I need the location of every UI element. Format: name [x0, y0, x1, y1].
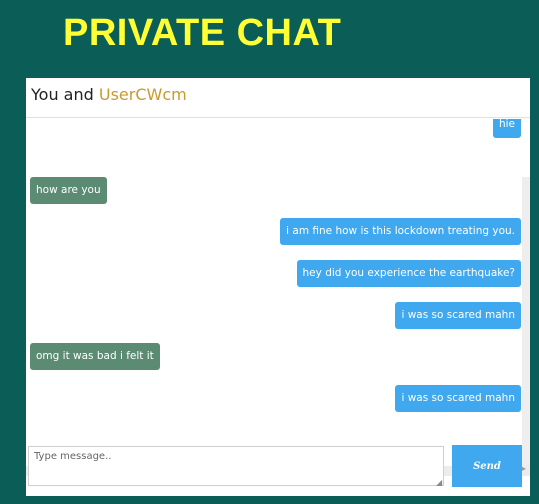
chat-header: You and UserCWcm — [26, 78, 530, 118]
composer: ◢ Send — [26, 444, 530, 496]
message-bubble: i was so scared mahn — [395, 385, 521, 412]
message-bubble: omg it was bad i felt it — [30, 343, 160, 370]
message-input[interactable] — [28, 446, 444, 486]
resize-grip-icon[interactable]: ◢ — [436, 478, 442, 487]
message-bubble: hie — [492, 119, 521, 138]
page-title: PRIVATE CHAT — [63, 12, 342, 54]
send-button[interactable]: Send — [452, 445, 522, 487]
chat-partner-username[interactable]: UserCWcm — [99, 85, 187, 104]
message-bubble: hey did you experience the earthquake? — [296, 260, 521, 287]
message-bubble: i was so scared mahn — [395, 302, 521, 329]
chat-panel: You and UserCWcm hie how are you i am fi… — [26, 78, 530, 496]
message-bubble: i am fine how is this lockdown treating … — [280, 218, 521, 245]
chat-header-prefix: You and — [31, 85, 94, 104]
message-bubble: how are you — [30, 177, 107, 204]
vertical-scrollbar[interactable] — [522, 177, 530, 467]
